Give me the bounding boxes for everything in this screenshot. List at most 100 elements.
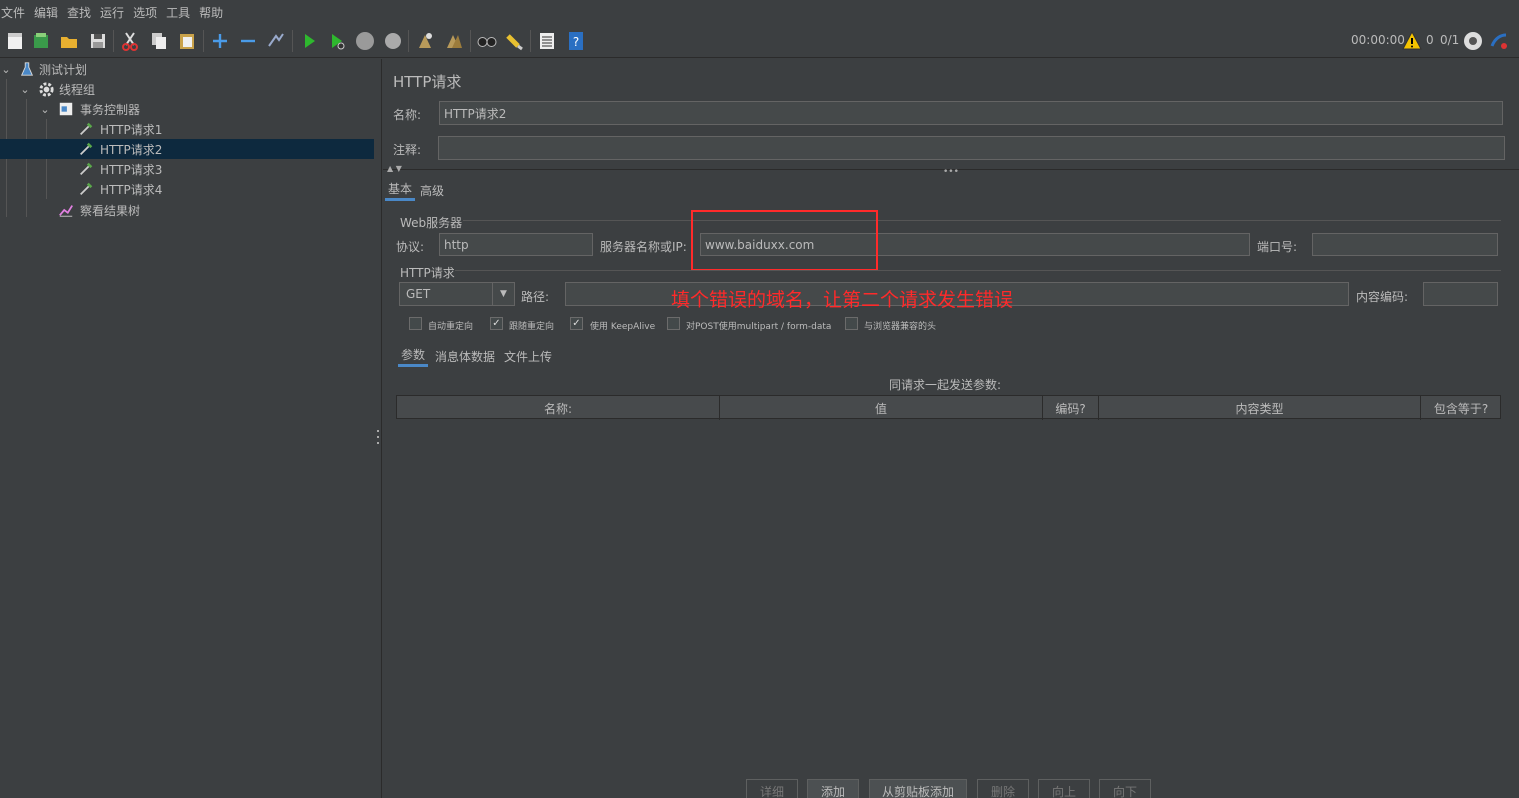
http-request-group-title: HTTP请求 [400,266,455,280]
add-button[interactable]: 添加 [807,779,859,798]
search-icon[interactable] [475,29,499,53]
panel-splitter[interactable] [374,59,382,798]
tree-node-http-request-1[interactable]: HTTP请求1 [0,119,374,139]
menu-file[interactable]: 文件 [1,4,25,21]
browser-headers-label: 与浏览器兼容的头 [864,322,937,332]
web-server-group-title: Web服务器 [400,216,463,230]
start-no-pause-icon[interactable] [325,29,349,53]
toggle-icon[interactable] [264,29,288,53]
menu-search[interactable]: 查找 [67,4,91,21]
reset-search-icon[interactable] [503,29,527,53]
copy-icon[interactable] [147,29,171,53]
remote-icon[interactable] [1461,29,1485,53]
clear-all-icon[interactable] [442,29,466,53]
delete-button[interactable]: 删除 [977,779,1029,798]
stop-icon[interactable] [353,29,377,53]
server-label: 服务器名称或IP: [600,240,687,254]
multipart-checkbox[interactable] [667,317,680,330]
collapse-arrows-icon[interactable]: ▲ ▼ [387,164,402,173]
gear-icon [37,80,55,98]
splitter-grip-icon[interactable] [376,430,380,444]
chevron-down-icon[interactable]: ⌄ [39,103,51,116]
new-icon[interactable] [3,29,27,53]
add-from-clipboard-button[interactable]: 从剪贴板添加 [869,779,967,798]
chevron-down-icon[interactable]: ⌄ [19,83,31,96]
chevron-down-icon[interactable]: ⌄ [0,63,12,76]
name-field[interactable]: HTTP请求2 [439,101,1503,125]
browser-headers-checkbox[interactable] [845,317,858,330]
tab-advanced[interactable]: 高级 [417,179,447,201]
keepalive-checkbox[interactable]: ✓ [570,317,583,330]
column-encode[interactable]: 编码? [1043,396,1099,420]
details-button[interactable]: 详细 [746,779,798,798]
menu-help[interactable]: 帮助 [199,4,223,21]
divider-grip-icon[interactable]: ••• [943,167,959,177]
auto-redirect-checkbox[interactable] [409,317,422,330]
pipette-icon [77,120,95,138]
open-icon[interactable] [57,29,81,53]
tree-node-test-plan[interactable]: ⌄ 测试计划 [0,59,374,79]
tab-body-data[interactable]: 消息体数据 [432,345,498,367]
auto-redirect-label: 自动重定向 [428,322,474,332]
tree-node-http-request-2[interactable]: HTTP请求2 [0,139,374,159]
start-icon[interactable] [297,29,321,53]
tree-node-http-request-4[interactable]: HTTP请求4 [0,179,374,199]
params-caption: 同请求一起发送参数: [889,378,1002,392]
collapse-icon[interactable] [236,29,260,53]
tree-node-results-tree[interactable]: 察看结果树 [0,200,374,220]
pipette-icon [77,160,95,178]
tab-parameters[interactable]: 参数 [398,345,429,367]
menu-run[interactable]: 运行 [100,4,124,21]
shutdown-icon[interactable] [381,29,405,53]
params-table-body[interactable] [396,420,1501,778]
thread-ratio: 0/1 [1440,33,1460,47]
expand-icon[interactable] [208,29,232,53]
menu-edit[interactable]: 编辑 [34,4,58,21]
chevron-down-icon[interactable]: ▼ [492,283,514,305]
function-helper-icon[interactable] [535,29,559,53]
menu-options[interactable]: 选项 [133,4,157,21]
protocol-field[interactable]: http [439,233,593,256]
tree-node-http-request-3[interactable]: HTTP请求3 [0,159,374,179]
column-value[interactable]: 值 [720,396,1043,420]
move-up-button[interactable]: 向上 [1038,779,1090,798]
column-include-equals[interactable]: 包含等于? [1421,396,1501,420]
follow-redirect-label: 跟随重定向 [509,322,555,332]
controller-icon [57,100,75,118]
tree-node-transaction-controller[interactable]: ⌄ 事务控制器 [0,99,374,119]
multipart-label: 对POST使用multipart / form-data [686,322,832,332]
elapsed-timer: 00:00:00 [1351,33,1405,47]
highlight-box [691,210,878,271]
help-icon[interactable]: ? [564,29,588,53]
method-select[interactable]: GET ▼ [399,282,515,306]
paste-icon[interactable] [175,29,199,53]
tab-file-upload[interactable]: 文件上传 [501,345,555,367]
cut-icon[interactable] [118,29,142,53]
menu-tools[interactable]: 工具 [166,4,190,21]
chart-icon [57,201,75,219]
page-title: HTTP请求 [393,73,462,91]
clear-icon[interactable] [413,29,437,53]
params-table-header: 名称: 值 编码? 内容类型 包含等于? [396,395,1501,420]
column-content-type[interactable]: 内容类型 [1099,396,1421,420]
warning-icon[interactable] [1400,29,1424,53]
follow-redirect-checkbox[interactable]: ✓ [490,317,503,330]
port-label: 端口号: [1257,240,1298,254]
encoding-label: 内容编码: [1356,290,1409,304]
pipette-icon [77,180,95,198]
comment-field[interactable] [438,136,1505,160]
tab-basic[interactable]: 基本 [385,179,416,201]
flask-icon [18,60,36,78]
templates-icon[interactable] [29,29,53,53]
tree-node-thread-group[interactable]: ⌄ 线程组 [0,79,374,99]
keepalive-label: 使用 KeepAlive [590,322,656,332]
log-viewer-icon[interactable] [1487,29,1511,53]
encoding-field[interactable] [1423,282,1498,306]
menu-bar: 文件 编辑 查找 运行 选项 工具 帮助 [0,0,1519,24]
move-down-button[interactable]: 向下 [1099,779,1151,798]
save-icon[interactable] [86,29,110,53]
port-field[interactable] [1312,233,1498,256]
column-name[interactable]: 名称: [397,396,720,420]
http-request-panel: HTTP请求 名称: HTTP请求2 注释: ••• ▲ ▼ 基本 高级 Web… [383,59,1519,798]
test-plan-tree: ⌄ 测试计划 ⌄ 线程组 ⌄ 事务控制器 HTTP请求1 HTTP请求2 HTT… [0,59,374,798]
